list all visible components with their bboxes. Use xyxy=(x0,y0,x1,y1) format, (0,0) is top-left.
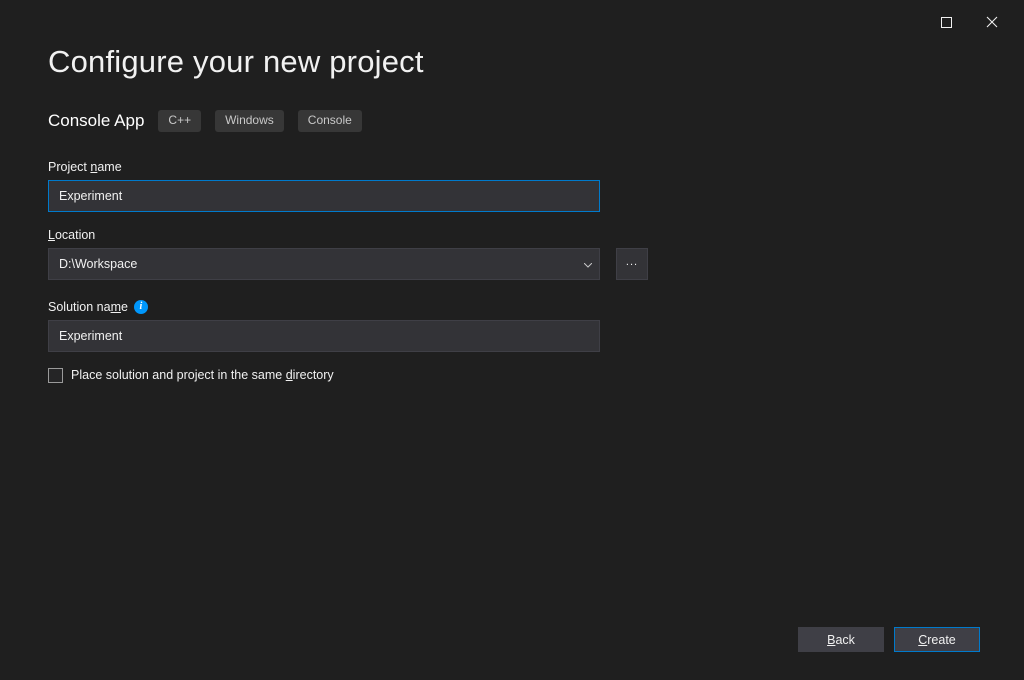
create-button[interactable]: Create xyxy=(894,627,980,652)
page-title: Configure your new project xyxy=(48,44,976,80)
maximize-button[interactable] xyxy=(932,10,960,34)
close-button[interactable] xyxy=(978,10,1006,34)
window-titlebar-controls xyxy=(932,0,1024,34)
page-content: Configure your new project Console App C… xyxy=(0,0,1024,383)
solution-name-label: Solution name i xyxy=(48,300,600,314)
tag-cpp: C++ xyxy=(158,110,201,132)
project-name-field: Project name xyxy=(48,160,600,212)
project-name-label: Project name xyxy=(48,160,600,174)
location-combo[interactable] xyxy=(48,248,600,280)
location-label: Location xyxy=(48,228,976,242)
solution-name-field: Solution name i xyxy=(48,300,600,352)
footer-buttons: Back Create xyxy=(798,627,980,652)
same-directory-checkbox-row: Place solution and project in the same d… xyxy=(48,368,976,383)
tag-windows: Windows xyxy=(215,110,284,132)
same-directory-label[interactable]: Place solution and project in the same d… xyxy=(71,368,334,382)
info-icon[interactable]: i xyxy=(134,300,148,314)
project-type-name: Console App xyxy=(48,111,144,131)
browse-button[interactable]: ... xyxy=(616,248,648,280)
project-type-row: Console App C++ Windows Console xyxy=(48,110,976,132)
close-icon xyxy=(986,16,998,28)
location-field: Location ... xyxy=(48,228,976,280)
back-button[interactable]: Back xyxy=(798,627,884,652)
location-input[interactable] xyxy=(48,248,600,280)
project-name-input[interactable] xyxy=(48,180,600,212)
same-directory-checkbox[interactable] xyxy=(48,368,63,383)
solution-name-input[interactable] xyxy=(48,320,600,352)
tag-console: Console xyxy=(298,110,362,132)
maximize-icon xyxy=(941,17,952,28)
